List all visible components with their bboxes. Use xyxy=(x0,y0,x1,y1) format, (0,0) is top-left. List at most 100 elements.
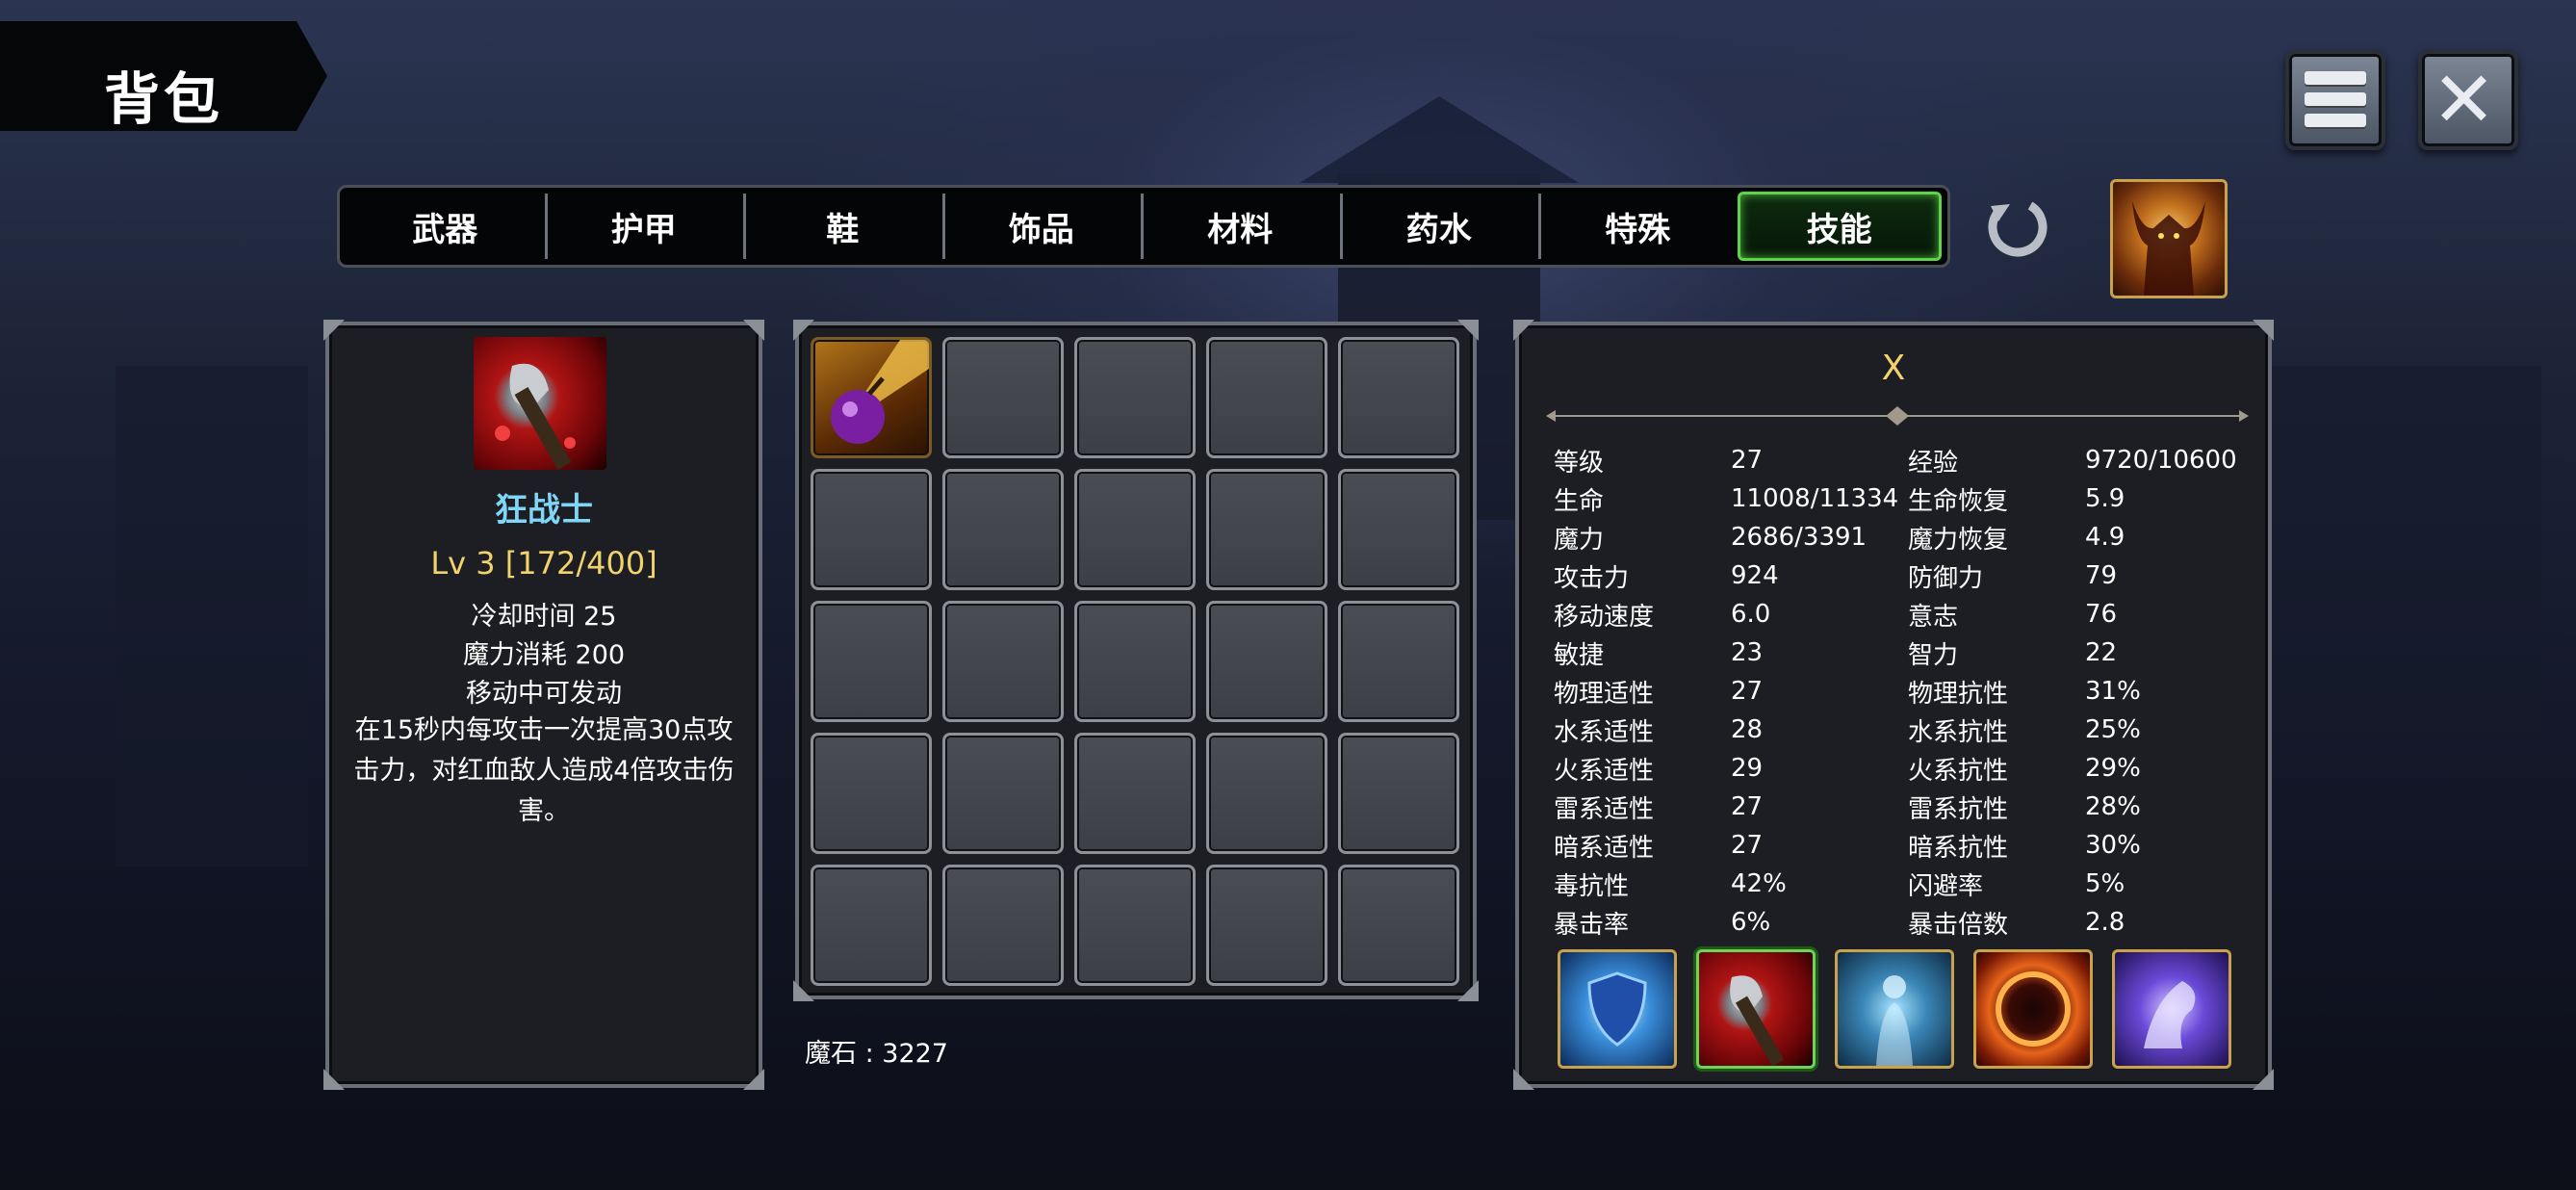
stat-value: 25% xyxy=(2085,715,2141,744)
inventory-slot[interactable] xyxy=(1206,469,1327,590)
stat-row: 暗系适性 27 暗系抗性 30% xyxy=(1554,826,2247,865)
menu-button[interactable] xyxy=(2285,50,2385,150)
stat-row: 生命 11008/11334 生命恢复 5.9 xyxy=(1554,479,2247,518)
inventory-slot[interactable] xyxy=(1074,337,1196,458)
stat-value: 79 xyxy=(2085,561,2118,590)
stat-label: 生命 xyxy=(1554,486,1605,516)
stat-value: 5% xyxy=(2085,869,2125,898)
stat-value: 27 xyxy=(1731,792,1764,821)
stat-label: 意志 xyxy=(1908,602,1959,632)
inventory-slot[interactable] xyxy=(1074,601,1196,722)
inventory-slot[interactable] xyxy=(942,469,1064,590)
skill-slot[interactable] xyxy=(2112,949,2231,1069)
stat-label: 经验 xyxy=(1908,448,1959,478)
tab-special[interactable]: 特殊 xyxy=(1538,192,1738,261)
stat-label: 水系抗性 xyxy=(1908,717,2009,747)
inventory-slot[interactable] xyxy=(942,733,1064,854)
refresh-button[interactable] xyxy=(1981,191,2054,264)
inventory-slot[interactable] xyxy=(1206,601,1327,722)
skill-name: 狂战士 xyxy=(495,491,593,530)
ghost-dragon-icon xyxy=(2144,981,2196,1048)
stat-row: 魔力 2686/3391 魔力恢复 4.9 xyxy=(1554,518,2247,556)
stat-value: 9720/10600 xyxy=(2085,446,2237,475)
character-portrait-button[interactable] xyxy=(2110,179,2228,298)
inventory-slot[interactable] xyxy=(1074,469,1196,590)
inventory-slot[interactable] xyxy=(1206,865,1327,986)
inventory-slot[interactable] xyxy=(1338,865,1459,986)
inventory-slot[interactable] xyxy=(1338,601,1459,722)
inventory-slot[interactable] xyxy=(811,865,932,986)
title-bar: 背包 xyxy=(0,21,327,131)
page-title: 背包 xyxy=(104,66,224,132)
stat-value: 6% xyxy=(1731,908,1771,937)
tab-materials[interactable]: 材料 xyxy=(1141,192,1340,261)
inventory-slot[interactable] xyxy=(1206,337,1327,458)
close-button[interactable]: ✕ xyxy=(2418,50,2518,150)
inventory-grid xyxy=(811,337,1459,986)
blue-shield-icon xyxy=(1587,971,1647,1047)
stat-value: 29% xyxy=(2085,754,2141,783)
tab-potions[interactable]: 药水 xyxy=(1339,192,1539,261)
skill-slot[interactable] xyxy=(1835,949,1954,1069)
stat-label: 生命恢复 xyxy=(1908,486,2009,516)
stat-label: 魔力 xyxy=(1554,525,1605,555)
bg-tower-roof xyxy=(1300,96,1579,183)
inventory-slot[interactable] xyxy=(1074,733,1196,854)
inventory-slot[interactable] xyxy=(811,733,932,854)
stat-value: 28 xyxy=(1731,715,1764,744)
stat-row: 雷系适性 27 雷系抗性 28% xyxy=(1554,788,2247,826)
stat-row: 物理适性 27 物理抗性 31% xyxy=(1554,672,2247,711)
inventory-slot[interactable] xyxy=(942,865,1064,986)
inventory-slot[interactable] xyxy=(942,601,1064,722)
skill-slot[interactable] xyxy=(1696,949,1816,1069)
skill-castable-moving: 移动中可发动 xyxy=(466,679,622,709)
stat-label: 雷系适性 xyxy=(1554,794,1655,824)
stat-value: 76 xyxy=(2085,600,2118,629)
skill-description: 在15秒内每攻击一次提高30点攻击力，对红血敌人造成4倍攻击伤害。 xyxy=(353,715,734,826)
stat-label: 暴击倍数 xyxy=(1908,910,2009,940)
stat-value: 27 xyxy=(1731,831,1764,860)
stat-value: 42% xyxy=(1731,869,1787,898)
stat-value: 30% xyxy=(2085,831,2141,860)
tab-armor[interactable]: 护甲 xyxy=(544,192,744,261)
stat-label: 防御力 xyxy=(1908,563,1984,593)
berserker-axe-icon xyxy=(1730,975,1785,1066)
bg-wall-right xyxy=(2253,366,2541,732)
skill-mana-cost: 魔力消耗 200 xyxy=(462,640,626,670)
refresh-icon xyxy=(1988,197,2048,257)
tab-skills[interactable]: 技能 xyxy=(1737,192,1942,261)
inventory-slot[interactable] xyxy=(1338,337,1459,458)
inventory-slot[interactable] xyxy=(1074,865,1196,986)
ornate-divider xyxy=(1546,406,2249,426)
stat-value: 28% xyxy=(2085,792,2141,821)
inventory-panel xyxy=(793,320,1479,1001)
inventory-slot[interactable] xyxy=(1338,733,1459,854)
stat-row: 火系适性 29 火系抗性 29% xyxy=(1554,749,2247,788)
stat-label: 闪避率 xyxy=(1908,871,1984,901)
stat-label: 智力 xyxy=(1908,640,1959,670)
purple-bomb-icon xyxy=(831,340,929,444)
stat-row: 攻击力 924 防御力 79 xyxy=(1554,556,2247,595)
inventory-slot[interactable] xyxy=(811,601,932,722)
tab-weapon[interactable]: 武器 xyxy=(346,192,545,261)
skill-cooldown: 冷却时间 25 xyxy=(471,602,617,632)
stat-value: 2.8 xyxy=(2085,908,2125,937)
inventory-slot[interactable] xyxy=(942,337,1064,458)
stat-label: 火系适性 xyxy=(1554,756,1655,786)
inventory-slot[interactable] xyxy=(811,469,932,590)
inventory-slot[interactable] xyxy=(1338,469,1459,590)
bg-tower-left xyxy=(116,366,308,867)
stat-label: 暴击率 xyxy=(1554,910,1630,940)
tab-shoes[interactable]: 鞋 xyxy=(743,192,942,261)
skill-slot[interactable] xyxy=(1558,949,1677,1069)
stat-row: 水系适性 28 水系抗性 25% xyxy=(1554,711,2247,749)
stat-row: 暴击率 6% 暴击倍数 2.8 xyxy=(1554,903,2247,942)
tab-accessory[interactable]: 饰品 xyxy=(941,192,1142,261)
stat-row: 移动速度 6.0 意志 76 xyxy=(1554,595,2247,634)
inventory-slot[interactable] xyxy=(811,337,932,458)
close-icon: ✕ xyxy=(2432,55,2497,144)
fire-ring-icon xyxy=(1996,971,2071,1047)
stat-value: 27 xyxy=(1731,446,1764,475)
skill-slot[interactable] xyxy=(1973,949,2093,1069)
inventory-slot[interactable] xyxy=(1206,733,1327,854)
